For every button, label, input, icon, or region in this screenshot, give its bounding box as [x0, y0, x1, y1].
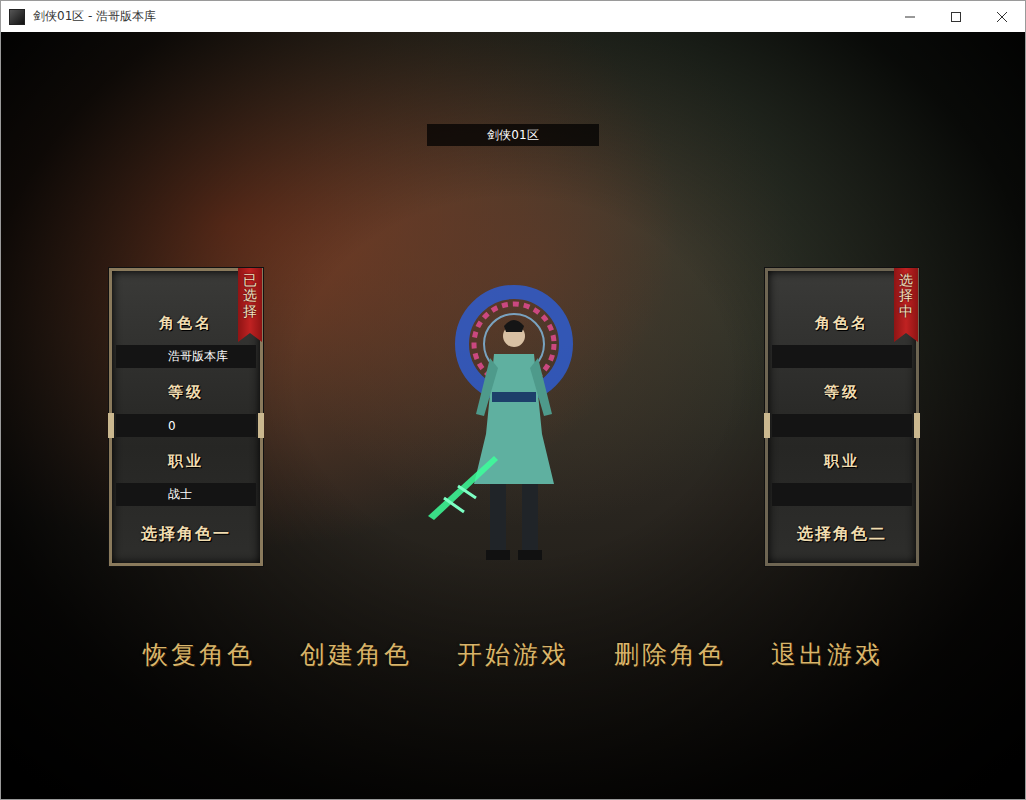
field-label: 职业 — [168, 449, 204, 473]
level-tab — [764, 413, 770, 438]
field-label: 等级 — [168, 380, 204, 404]
select-character-button[interactable]: 选择角色二 — [795, 520, 889, 549]
action-button[interactable]: 恢复角色 — [138, 636, 260, 673]
action-bar: 恢复角色创建角色开始游戏删除角色退出游戏 — [138, 636, 888, 673]
close-button[interactable] — [979, 1, 1025, 32]
level-tab — [914, 413, 920, 438]
action-button[interactable]: 删除角色 — [609, 636, 731, 673]
title-bar: 剑侠01区 - 浩哥版本库 — [1, 1, 1025, 32]
field-label: 职业 — [824, 449, 860, 473]
action-button[interactable]: 创建角色 — [295, 636, 417, 673]
maximize-button[interactable] — [933, 1, 979, 32]
action-button[interactable]: 开始游戏 — [452, 636, 574, 673]
game-scene: 剑侠01区已选择角色名浩哥版本库等级0职业战士选择角色一选择中角色名等级职业选择… — [1, 32, 1025, 799]
minimize-icon — [905, 12, 915, 22]
character-slot-panel[interactable]: 选择中角色名等级职业选择角色二 — [765, 268, 919, 566]
field-value — [772, 483, 912, 506]
minimize-button[interactable] — [887, 1, 933, 32]
character-figure — [424, 284, 604, 584]
field-value — [772, 414, 912, 437]
slot-badge: 选择中 — [894, 268, 918, 342]
field-label: 等级 — [824, 380, 860, 404]
slot-badge: 已选择 — [238, 268, 262, 342]
field-value: 战士 — [116, 483, 256, 506]
field-label: 角色名 — [159, 311, 213, 335]
action-button[interactable]: 退出游戏 — [766, 636, 888, 673]
field-value: 0 — [116, 414, 256, 437]
server-label: 剑侠01区 — [427, 124, 599, 146]
field-value: 浩哥版本库 — [116, 345, 256, 368]
character-preview — [424, 284, 604, 584]
slots-row: 已选择角色名浩哥版本库等级 0 职业战士选择角色一 选择中角色名等级职业选择角色二 — [1, 268, 1025, 584]
character-slot-panel[interactable]: 已选择角色名浩哥版本库等级 0 职业战士选择角色一 — [109, 268, 263, 566]
window-title: 剑侠01区 - 浩哥版本库 — [33, 8, 887, 25]
maximize-icon — [951, 12, 961, 22]
game-window: 剑侠01区 - 浩哥版本库剑侠01区已选择角色名浩哥版本库等级 0 职业战士选择角色… — [0, 0, 1026, 800]
level-tab — [108, 413, 114, 438]
field-label: 角色名 — [815, 311, 869, 335]
field-value — [772, 345, 912, 368]
level-tab — [258, 413, 264, 438]
app-icon — [9, 9, 25, 25]
close-icon — [997, 12, 1007, 22]
select-character-button[interactable]: 选择角色一 — [139, 520, 233, 549]
